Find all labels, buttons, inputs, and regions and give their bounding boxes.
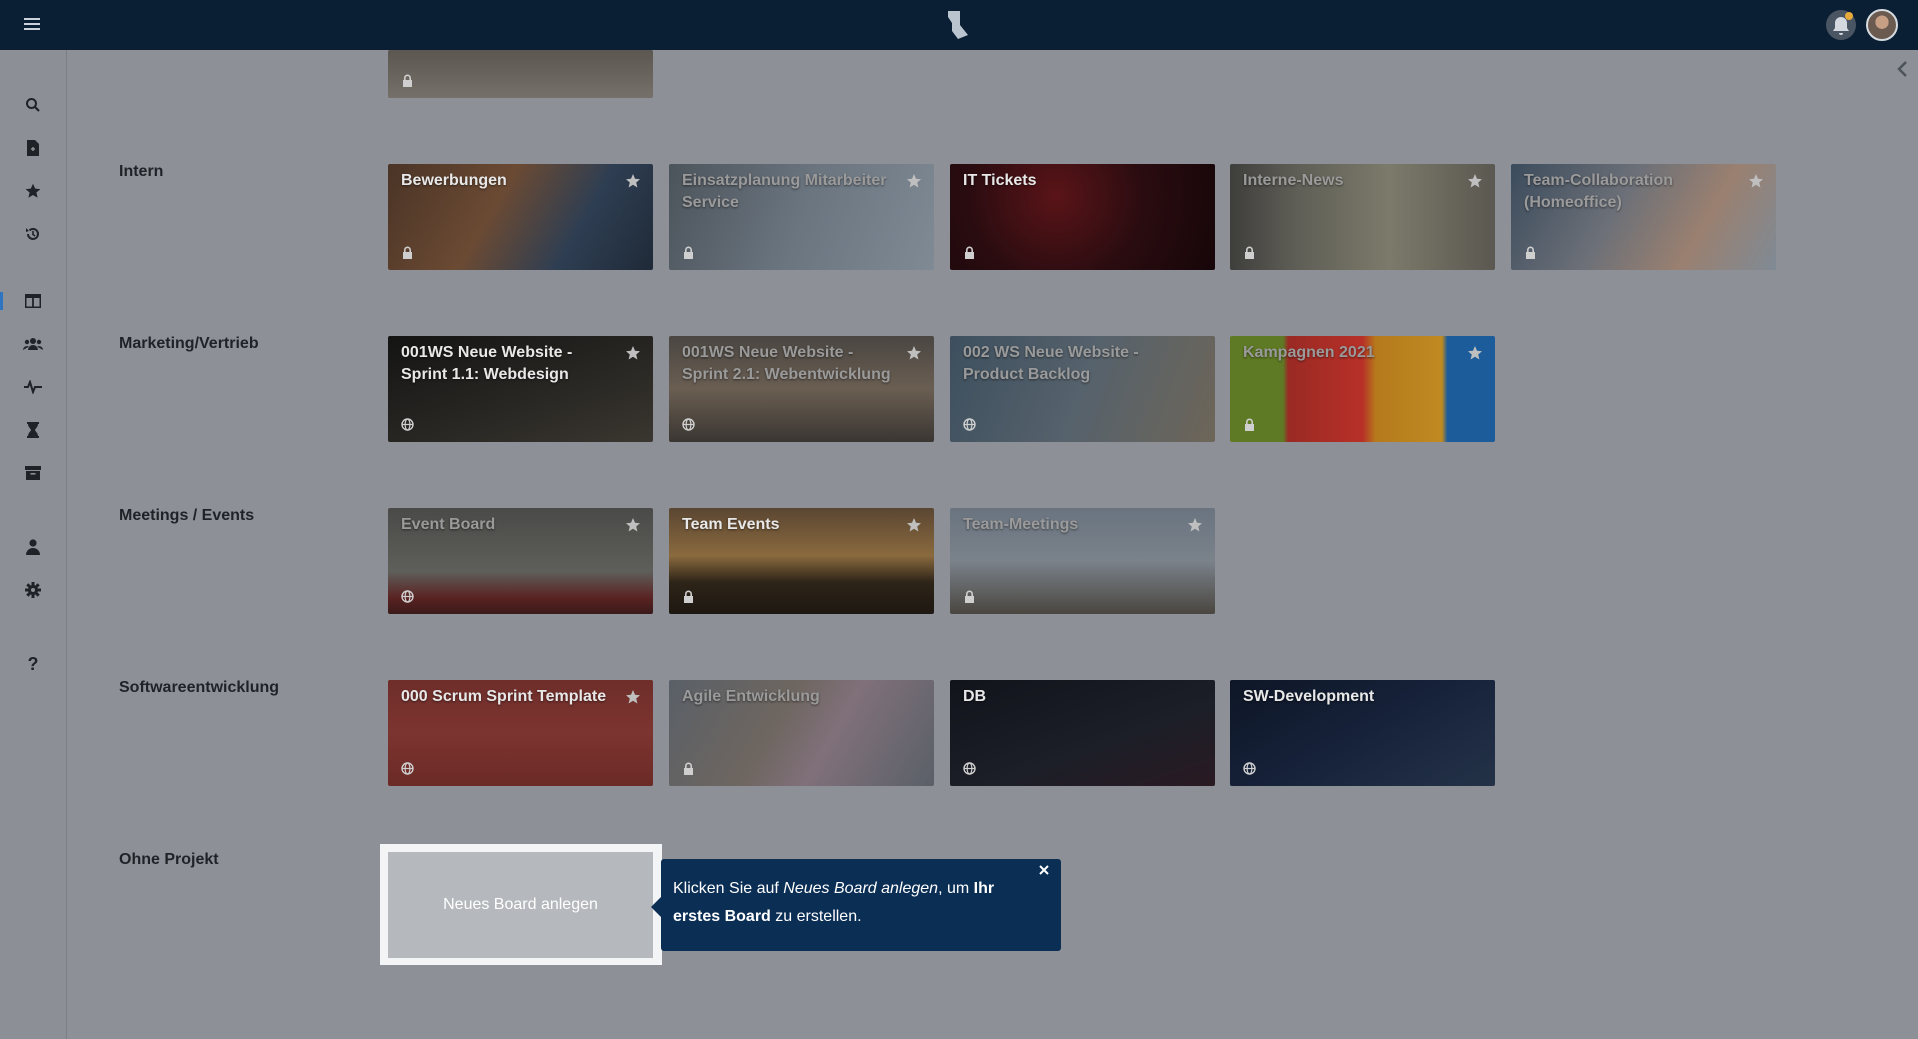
board-card[interactable]: Team-Meetings <box>950 508 1215 614</box>
boards-icon[interactable] <box>21 289 45 313</box>
board-card[interactable]: Agile Entwicklung <box>669 680 934 786</box>
user-avatar[interactable] <box>1866 9 1898 41</box>
lock-icon <box>965 590 974 603</box>
board-title: Event Board <box>401 516 496 533</box>
settings-icon[interactable] <box>21 578 45 602</box>
board-card[interactable]: DB <box>950 680 1215 786</box>
board-title: Team Events <box>682 516 780 533</box>
board-title: 000 Scrum Sprint Template <box>401 688 607 705</box>
tooltip-text-3: , um <box>938 880 974 897</box>
board-card[interactable]: Event Board <box>388 508 653 614</box>
globe-icon <box>401 762 414 775</box>
star-icon[interactable] <box>625 345 641 361</box>
lock-icon <box>1245 246 1254 259</box>
new-board-button[interactable]: Neues Board anlegen <box>388 852 653 958</box>
globe-icon <box>682 418 695 431</box>
tooltip-text-5: zu erstellen. <box>770 908 862 925</box>
board-card-partial[interactable] <box>388 50 653 98</box>
board-title: Agile Entwicklung <box>682 688 820 705</box>
top-bar <box>0 0 1918 50</box>
section-label-intern: Intern <box>119 163 164 180</box>
globe-icon <box>963 418 976 431</box>
hamburger-icon[interactable] <box>22 15 42 35</box>
globe-icon <box>401 418 414 431</box>
board-title: IT Tickets <box>963 172 1037 189</box>
board-card[interactable]: 001WS Neue Website - Sprint 1.1: Webdesi… <box>388 336 653 442</box>
board-title: DB <box>963 688 987 705</box>
star-icon[interactable] <box>906 517 922 533</box>
star-icon[interactable] <box>1467 173 1483 189</box>
archive-icon[interactable] <box>21 461 45 485</box>
globe-icon <box>401 590 414 603</box>
collapse-panel-icon[interactable] <box>1888 54 1918 84</box>
lock-icon <box>403 246 412 259</box>
star-icon[interactable] <box>625 689 641 705</box>
section-label-ohne-projekt: Ohne Projekt <box>119 851 219 868</box>
team-icon[interactable] <box>21 332 45 356</box>
new-document-icon[interactable] <box>21 136 45 160</box>
close-icon[interactable] <box>1037 863 1051 877</box>
star-icon[interactable] <box>906 173 922 189</box>
star-icon[interactable] <box>21 179 45 203</box>
board-card[interactable]: Bewerbungen <box>388 164 653 270</box>
board-title: Interne-News <box>1243 172 1344 189</box>
board-card[interactable]: Einsatzplanung Mitarbeiter Service <box>669 164 934 270</box>
bell-icon[interactable] <box>1826 10 1856 40</box>
board-title: 001WS Neue Website - Sprint 1.1: Webdesi… <box>401 344 573 383</box>
star-icon[interactable] <box>625 517 641 533</box>
activity-icon[interactable] <box>21 375 45 399</box>
sidebar: ? <box>0 50 67 1039</box>
board-title: Einsatzplanung Mitarbeiter Service <box>682 172 887 211</box>
app-logo-icon[interactable] <box>942 9 974 41</box>
board-title: 001WS Neue Website - Sprint 2.1: Webentw… <box>682 344 891 383</box>
board-title: Team-Meetings <box>963 516 1079 533</box>
star-icon[interactable] <box>625 173 641 189</box>
globe-icon <box>963 762 976 775</box>
lock-icon <box>684 246 693 259</box>
board-card[interactable]: Team-Collaboration (Homeoffice) <box>1511 164 1776 270</box>
search-icon[interactable] <box>21 93 45 117</box>
board-card[interactable]: 000 Scrum Sprint Template <box>388 680 653 786</box>
board-card[interactable]: Team Events <box>669 508 934 614</box>
hourglass-icon[interactable] <box>21 418 45 442</box>
star-icon[interactable] <box>1467 345 1483 361</box>
lock-icon <box>965 246 974 259</box>
tooltip-arrow <box>651 897 661 917</box>
active-indicator <box>0 292 3 310</box>
star-icon[interactable] <box>1748 173 1764 189</box>
globe-icon <box>1243 762 1256 775</box>
lock-icon <box>684 762 693 775</box>
lock-icon <box>403 74 412 87</box>
section-label-software: Softwareentwicklung <box>119 679 280 696</box>
star-icon[interactable] <box>1187 517 1203 533</box>
lock-icon <box>1245 418 1254 431</box>
board-card[interactable]: 002 WS Neue Website - Product Backlog <box>950 336 1215 442</box>
board-card[interactable]: 001WS Neue Website - Sprint 2.1: Webentw… <box>669 336 934 442</box>
history-icon[interactable] <box>21 222 45 246</box>
tooltip-text-1: Klicken Sie auf <box>673 880 784 897</box>
notification-dot <box>1845 12 1853 20</box>
board-title: 002 WS Neue Website - Product Backlog <box>963 344 1139 383</box>
section-label-meetings: Meetings / Events <box>119 507 255 524</box>
board-card[interactable]: Interne-News <box>1230 164 1495 270</box>
help-glyph: ? <box>27 653 39 674</box>
user-icon[interactable] <box>21 535 45 559</box>
star-icon[interactable] <box>906 345 922 361</box>
board-title: Kampagnen 2021 <box>1243 344 1375 361</box>
lock-icon <box>1526 246 1535 259</box>
section-label-marketing: Marketing/Vertrieb <box>119 335 259 352</box>
board-title: Team-Collaboration (Homeoffice) <box>1524 172 1674 211</box>
board-card[interactable]: Kampagnen 2021 <box>1230 336 1495 442</box>
help-icon[interactable]: ? <box>21 652 45 676</box>
board-title: Bewerbungen <box>401 172 507 189</box>
board-title: SW-Development <box>1243 688 1375 705</box>
onboarding-tooltip: Klicken Sie auf Neues Board anlegen, um … <box>651 859 1061 951</box>
board-card[interactable]: SW-Development <box>1230 680 1495 786</box>
tooltip-text-emphasis: Neues Board anlegen <box>783 880 939 897</box>
lock-icon <box>684 590 693 603</box>
board-card[interactable]: IT Tickets <box>950 164 1215 270</box>
